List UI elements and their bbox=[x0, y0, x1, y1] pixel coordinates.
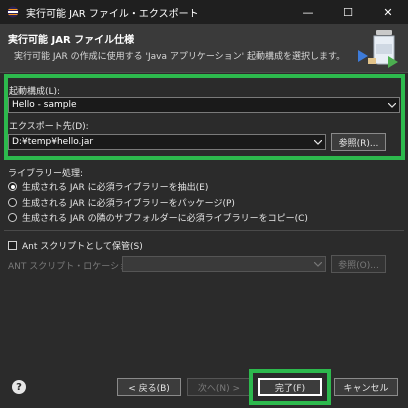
export-dest-value: D:¥temp¥hello.jar bbox=[12, 137, 94, 147]
maximize-button[interactable]: ☐ bbox=[328, 0, 368, 24]
page-description: 実行可能 JAR の作成に使用する 'Java アプリケーション' 起動構成を選… bbox=[14, 52, 346, 62]
library-option-copy[interactable]: 生成される JAR の隣のサブフォルダーに必須ライブラリーをコピー(C) bbox=[8, 211, 308, 224]
page-title: 実行可能 JAR ファイル仕様 bbox=[8, 35, 135, 46]
library-option-label: 生成される JAR に必須ライブラリーをパッケージ(P) bbox=[22, 199, 235, 209]
chevron-down-icon bbox=[311, 139, 325, 145]
ant-save-checkbox-row[interactable]: Ant スクリプトとして保管(S) bbox=[8, 239, 143, 252]
library-option-package[interactable]: 生成される JAR に必須ライブラリーをパッケージ(P) bbox=[8, 196, 235, 209]
cancel-button[interactable]: キャンセル bbox=[334, 378, 398, 396]
close-button[interactable]: ✕ bbox=[368, 0, 408, 24]
header-divider bbox=[0, 72, 408, 73]
radio-unselected[interactable] bbox=[8, 213, 17, 222]
launch-config-value: Hello - sample bbox=[12, 100, 77, 110]
next-button[interactable]: 次へ(N) > bbox=[187, 378, 251, 396]
jar-export-banner-icon bbox=[354, 28, 400, 70]
launch-config-select[interactable]: Hello - sample bbox=[8, 97, 400, 113]
radio-unselected[interactable] bbox=[8, 198, 17, 207]
radio-selected[interactable] bbox=[8, 182, 17, 191]
library-handling-label: ライブラリー処理: bbox=[8, 169, 84, 179]
help-icon[interactable]: ? bbox=[12, 380, 26, 394]
library-option-label: 生成される JAR の隣のサブフォルダーに必須ライブラリーをコピー(C) bbox=[22, 214, 308, 224]
export-dest-input[interactable]: D:¥temp¥hello.jar bbox=[8, 134, 326, 150]
browse-ant-button[interactable]: 参照(O)... bbox=[331, 255, 386, 273]
library-option-label: 生成される JAR に必須ライブラリーを抽出(E) bbox=[22, 183, 209, 193]
title-bar: 実行可能 JAR ファイル・エクスポート — ☐ ✕ bbox=[0, 0, 408, 24]
window-title: 実行可能 JAR ファイル・エクスポート bbox=[26, 8, 199, 20]
export-dest-label: エクスポート先(D): bbox=[9, 122, 89, 132]
launch-config-label: 起動構成(L): bbox=[9, 87, 61, 97]
wizard-header: 実行可能 JAR ファイル仕様 実行可能 JAR の作成に使用する 'Java … bbox=[0, 24, 408, 72]
eclipse-icon bbox=[6, 5, 20, 19]
section-divider bbox=[4, 230, 404, 231]
finish-button[interactable]: 完了(F) bbox=[258, 378, 322, 396]
ant-save-checkbox[interactable] bbox=[8, 241, 17, 250]
back-button[interactable]: < 戻る(B) bbox=[117, 378, 181, 396]
browse-export-button[interactable]: 参照(R)... bbox=[331, 133, 386, 151]
library-option-extract[interactable]: 生成される JAR に必須ライブラリーを抽出(E) bbox=[8, 180, 208, 193]
chevron-down-icon bbox=[311, 261, 325, 267]
chevron-down-icon bbox=[385, 102, 399, 108]
export-dialog: 実行可能 JAR ファイル・エクスポート — ☐ ✕ 実行可能 JAR ファイル… bbox=[0, 0, 408, 408]
ant-location-input[interactable] bbox=[122, 256, 326, 272]
minimize-button[interactable]: — bbox=[288, 0, 328, 24]
ant-save-label: Ant スクリプトとして保管(S) bbox=[22, 242, 143, 252]
